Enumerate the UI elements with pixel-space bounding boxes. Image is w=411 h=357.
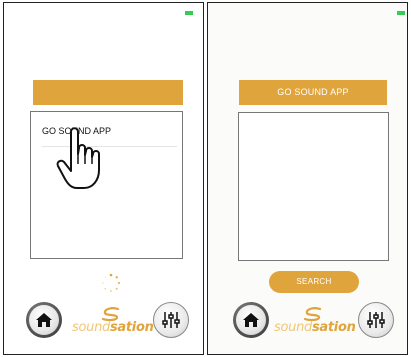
title-bar <box>33 80 183 105</box>
home-button[interactable] <box>26 302 62 338</box>
logo-text: soundsation <box>72 320 154 335</box>
equalizer-button[interactable] <box>358 302 394 338</box>
sliders-icon <box>367 312 385 328</box>
device-list <box>238 112 389 261</box>
brand-logo: soundsation <box>274 307 356 339</box>
home-button[interactable] <box>233 302 269 338</box>
spinner-icon <box>102 273 121 292</box>
left-screen: GO SOUND APP soundsation <box>3 2 204 355</box>
device-list: GO SOUND APP <box>30 111 183 259</box>
equalizer-button[interactable] <box>153 302 189 338</box>
sliders-icon <box>162 312 180 328</box>
title-bar: GO SOUND APP <box>239 80 387 105</box>
logo-mark-icon <box>101 307 120 321</box>
home-icon <box>243 313 259 327</box>
battery-icon <box>185 11 193 15</box>
battery-icon <box>397 11 405 15</box>
logo-text: soundsation <box>274 320 356 335</box>
right-screen: GO SOUND APP SEARCH soundsation <box>207 2 408 355</box>
home-icon <box>36 313 52 327</box>
logo-mark-icon <box>303 307 322 321</box>
hand-pointer-icon <box>56 127 100 189</box>
brand-logo: soundsation <box>72 307 154 339</box>
search-button[interactable]: SEARCH <box>269 271 359 293</box>
